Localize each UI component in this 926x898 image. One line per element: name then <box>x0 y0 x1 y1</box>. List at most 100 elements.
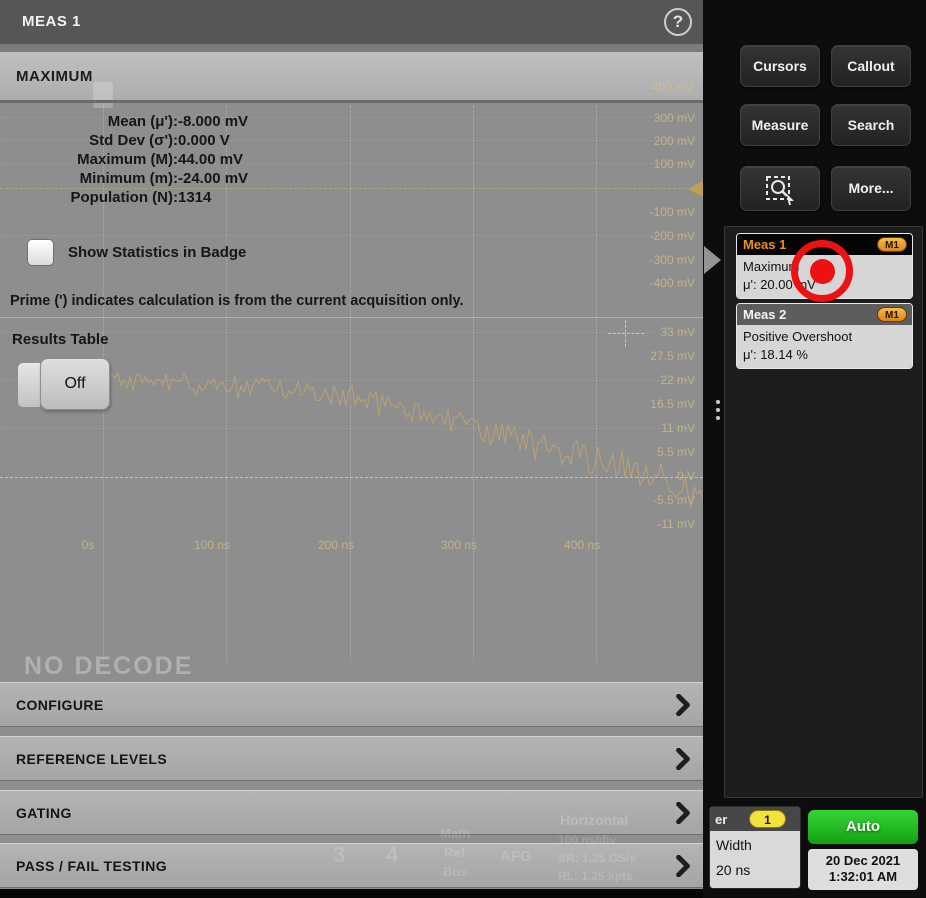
date-text: 20 Dec 2021 <box>808 853 918 869</box>
datetime-display[interactable]: 20 Dec 2021 1:32:01 AM <box>808 849 918 890</box>
time-axis-label: 0s <box>58 538 118 552</box>
ghost-horizontal-samplerate: SR: 1.25 GS/s <box>558 851 636 865</box>
stat-row: Minimum (m): -24.00 mV <box>0 170 420 189</box>
ghost-button-afg: AFG <box>500 848 532 865</box>
show-statistics-checkbox[interactable] <box>27 239 54 266</box>
results-table-label: Results Table <box>12 331 108 348</box>
time-axis-label: 400 ns <box>552 538 612 552</box>
measurement-marker-icon <box>625 320 626 347</box>
accordion-label: PASS / FAIL TESTING <box>16 858 167 874</box>
badge-source-pill: M1 <box>877 307 907 322</box>
accordion-row-configure[interactable]: CONFIGURE <box>0 682 703 727</box>
zoom-zero-level-line <box>0 477 703 478</box>
volt-axis-label: -200 mV <box>625 229 695 243</box>
stat-value: -24.00 mV <box>178 170 248 189</box>
waveform <box>80 362 703 540</box>
stat-row: Maximum (M): 44.00 mV <box>0 151 420 170</box>
graticule-vline <box>596 106 597 662</box>
badge-name: Meas 2 <box>743 307 786 322</box>
zoom-select-icon <box>763 172 797 206</box>
badge-source-pill: M1 <box>877 237 907 252</box>
stat-row: Std Dev (σ'): 0.000 V <box>0 132 420 151</box>
channel-ground-marker-icon <box>688 180 703 198</box>
volt-axis-label: 5.5 mV <box>625 445 695 459</box>
results-table-toggle[interactable]: Off <box>40 358 110 410</box>
section-header-maximum: MAXIMUM 400 mV <box>0 52 703 100</box>
divider <box>0 317 703 318</box>
volt-axis-label: 200 mV <box>625 134 695 148</box>
accordion-label: REFERENCE LEVELS <box>16 751 167 767</box>
badge-measurement: Positive Overshoot <box>743 328 906 346</box>
stat-value: -8.000 mV <box>178 113 248 132</box>
badge-reading: μ': 18.14 % <box>743 346 906 364</box>
badge-body: Positive Overshoot μ': 18.14 % <box>737 325 912 368</box>
ghost-button-bus: Bus <box>443 864 468 879</box>
volt-axis-label: -400 mV <box>625 276 695 290</box>
callout-button[interactable]: Callout <box>831 45 911 87</box>
panel-title: MEAS 1 <box>22 13 81 30</box>
volt-axis-label: -300 mV <box>625 253 695 267</box>
chevron-right-icon <box>675 694 691 716</box>
time-axis-label: 100 ns <box>182 538 242 552</box>
badge-panel-drag-handle[interactable] <box>716 400 720 404</box>
zoom-select-button[interactable] <box>740 166 820 211</box>
accordion-label: CONFIGURE <box>16 697 104 713</box>
stat-label: Mean (μ'): <box>0 113 178 132</box>
badge-panel-drag-handle[interactable] <box>716 416 720 420</box>
prime-note: Prime (') indicates calculation is from … <box>10 293 464 309</box>
meas2-badge[interactable]: Meas 2 M1 Positive Overshoot μ': 18.14 % <box>736 303 913 369</box>
badge-panel-expander-icon[interactable] <box>704 246 721 274</box>
ghost-horizontal-recordlength: RL: 1.25 kpts <box>558 869 633 883</box>
volt-axis-label: -5.5 mV <box>625 493 695 507</box>
volt-axis-label: 11 mV <box>625 421 695 435</box>
button-label: Callout <box>832 46 910 86</box>
results-table-toggle-tab[interactable] <box>17 362 41 408</box>
volt-axis-label: 400 mV <box>652 80 693 94</box>
ghost-button-3: 3 <box>333 842 345 868</box>
accordion-row-reference-levels[interactable]: REFERENCE LEVELS <box>0 736 703 781</box>
stat-value: 1314 <box>178 189 211 208</box>
button-label: Cursors <box>741 46 819 86</box>
title-separator <box>0 44 703 52</box>
results-bar: Cursors Callout Measure Search More... M… <box>703 0 926 898</box>
trigger-position-ghost <box>93 82 113 108</box>
volt-axis-label: 33 mV <box>625 325 695 339</box>
measure-button[interactable]: Measure <box>740 104 820 146</box>
stat-value: 0.000 V <box>178 132 230 151</box>
stat-row: Mean (μ'): -8.000 mV <box>0 113 420 132</box>
time-text: 1:32:01 AM <box>808 869 918 885</box>
ghost-horizontal-title: Horizontal <box>560 812 628 828</box>
ghost-button-4: 4 <box>386 842 398 868</box>
touch-indicator-dot <box>810 259 835 284</box>
time-axis-label: 300 ns <box>429 538 489 552</box>
stat-label: Population (N): <box>0 189 178 208</box>
search-button[interactable]: Search <box>831 104 911 146</box>
graticule-vline <box>473 106 474 662</box>
stat-row: Population (N): 1314 <box>0 189 420 208</box>
chevron-right-icon <box>675 748 691 770</box>
stat-label: Minimum (m): <box>0 170 178 189</box>
ghost-button-math: Math <box>440 826 470 841</box>
cursors-button[interactable]: Cursors <box>740 45 820 87</box>
volt-axis-label: 16.5 mV <box>625 397 695 411</box>
volt-axis-label: 0 V <box>625 469 695 483</box>
stat-value: 44.00 mV <box>178 151 243 170</box>
trigger-badge[interactable]: er 1 Width 20 ns <box>709 806 801 889</box>
section-header-shadow <box>0 100 703 103</box>
badge-panel-drag-handle[interactable] <box>716 408 720 412</box>
acquisition-status-button[interactable]: Auto <box>808 810 918 844</box>
no-decode-watermark: NO DECODE <box>24 652 193 681</box>
volt-axis-label: 300 mV <box>625 111 695 125</box>
accordion-label: GATING <box>16 805 72 821</box>
stat-label: Maximum (M): <box>0 151 178 170</box>
more-button[interactable]: More... <box>831 166 911 211</box>
panel-title-bar: MEAS 1 ? <box>0 0 703 44</box>
help-icon[interactable]: ? <box>664 8 692 36</box>
volt-axis-label: 100 mV <box>625 157 695 171</box>
ghost-horizontal-scale: 100 ns/div <box>558 833 616 847</box>
chevron-right-icon <box>675 802 691 824</box>
trigger-source-pill: 1 <box>749 810 786 828</box>
trigger-type: Width <box>710 831 800 856</box>
button-label: Search <box>832 105 910 145</box>
button-label: More... <box>832 167 910 210</box>
